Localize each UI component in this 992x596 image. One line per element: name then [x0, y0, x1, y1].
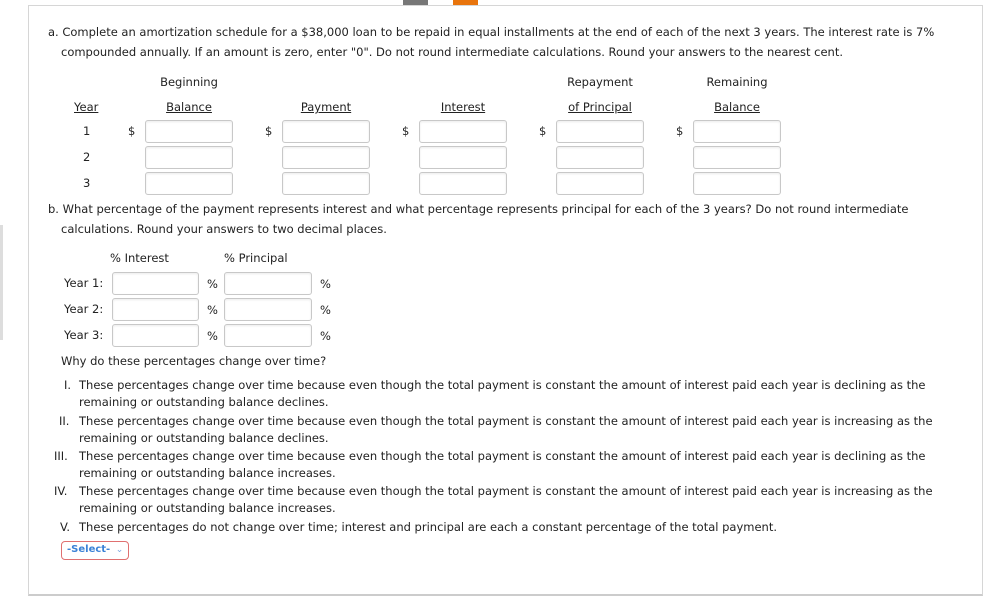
header-interest-label: Interest — [440, 100, 486, 114]
year-label: 3 — [83, 176, 91, 190]
year-label: 1 — [83, 124, 91, 138]
part-b-prompt: b. What percentage of the payment repres… — [48, 202, 909, 216]
year-row-label: Year 3: — [64, 328, 104, 342]
dollar-sign: $ — [539, 124, 547, 138]
header-remaining: Balance — [677, 97, 797, 117]
header-beginning_top: Beginning — [160, 75, 218, 89]
year-row-label: Year 1: — [64, 276, 104, 290]
option-number: III. — [54, 449, 68, 463]
amount-input[interactable] — [145, 146, 233, 169]
header-repayment-label: of Principal — [568, 100, 632, 114]
header-year: Year — [74, 100, 99, 114]
dollar-sign: $ — [265, 124, 273, 138]
header-beginning-label: Balance — [166, 100, 212, 114]
header-beginning: Balance — [129, 97, 249, 117]
amount-input[interactable] — [419, 120, 507, 143]
dollar-sign: $ — [128, 124, 136, 138]
amount-input[interactable] — [693, 120, 781, 143]
amount-input[interactable] — [556, 120, 644, 143]
option-text-cont: remaining or outstanding balance decline… — [79, 395, 329, 409]
left-edge — [0, 225, 3, 340]
amount-input[interactable] — [693, 146, 781, 169]
col-principal-header: % Principal — [224, 251, 288, 265]
amount-input[interactable] — [282, 172, 370, 195]
option-text: These percentages do not change over tim… — [79, 520, 778, 534]
option-text-cont: remaining or outstanding balance increas… — [79, 466, 336, 480]
year-row-label: Year 2: — [64, 302, 104, 316]
amount-input[interactable] — [693, 172, 781, 195]
header-payment: Payment — [266, 97, 386, 117]
amount-input[interactable] — [556, 146, 644, 169]
percent-sign: % — [320, 277, 331, 291]
interest-percent-input[interactable] — [112, 272, 199, 295]
interest-percent-input[interactable] — [112, 324, 199, 347]
dollar-sign: $ — [402, 124, 410, 138]
question-text: Why do these percentages change over tim… — [61, 354, 327, 368]
amount-input[interactable] — [419, 146, 507, 169]
option-number: I. — [64, 378, 72, 392]
principal-percent-input[interactable] — [224, 272, 312, 295]
amount-input[interactable] — [145, 172, 233, 195]
amount-input[interactable] — [145, 120, 233, 143]
col-interest-header: % Interest — [110, 251, 169, 265]
option-number: IV. — [54, 484, 68, 498]
option-number: V. — [60, 520, 71, 534]
chevron-down-icon: ⌄ — [115, 545, 124, 555]
amount-input[interactable] — [556, 172, 644, 195]
part-b-prompt-2: calculations. Round your answers to two … — [61, 222, 387, 236]
header-repayment_top: Repayment — [567, 75, 633, 89]
option-text-cont: remaining or outstanding balance increas… — [79, 501, 336, 515]
principal-percent-input[interactable] — [224, 298, 312, 321]
dollar-sign: $ — [676, 124, 684, 138]
option-number: II. — [59, 414, 70, 428]
header-interest: Interest — [403, 97, 523, 117]
principal-percent-input[interactable] — [224, 324, 312, 347]
header-payment-label: Payment — [300, 100, 352, 114]
header-remaining_top: Remaining — [706, 75, 768, 89]
option-text-cont: remaining or outstanding balance decline… — [79, 431, 329, 445]
year-label: 2 — [83, 150, 91, 164]
interest-percent-input[interactable] — [112, 298, 199, 321]
percent-sign: % — [207, 329, 218, 343]
percent-sign: % — [207, 277, 218, 291]
percent-sign: % — [320, 329, 331, 343]
header-remaining-label: Balance — [714, 100, 760, 114]
header-repayment: of Principal — [540, 97, 660, 117]
answer-select[interactable]: -Select- ⌄ — [61, 541, 129, 560]
part-a-prompt: a. Complete an amortization schedule for… — [48, 25, 935, 39]
amount-input[interactable] — [419, 172, 507, 195]
percent-sign: % — [207, 303, 218, 317]
amount-input[interactable] — [282, 120, 370, 143]
part-a-prompt-2: compounded annually. If an amount is zer… — [61, 45, 843, 59]
amount-input[interactable] — [282, 146, 370, 169]
percent-sign: % — [320, 303, 331, 317]
select-label: -Select- — [67, 544, 111, 555]
